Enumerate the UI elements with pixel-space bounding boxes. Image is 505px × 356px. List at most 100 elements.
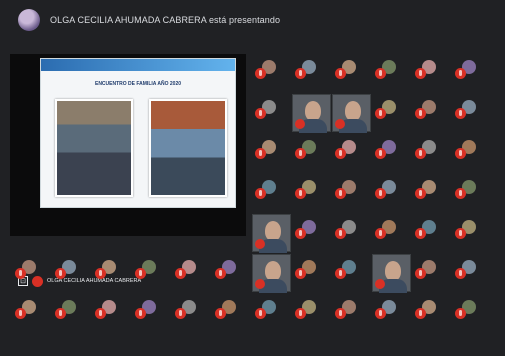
mic-off-icon bbox=[295, 119, 305, 129]
mic-off-icon bbox=[415, 228, 426, 239]
participant-tile[interactable] bbox=[412, 174, 453, 214]
mic-off-icon bbox=[135, 268, 146, 279]
participant-tile[interactable] bbox=[292, 294, 333, 334]
participant-tile[interactable] bbox=[292, 174, 333, 214]
participant-tile[interactable] bbox=[12, 254, 53, 294]
participant-tile[interactable] bbox=[332, 294, 373, 334]
presentation-banner: OLGA CECILIA AHUMADA CABRERA está presen… bbox=[0, 0, 505, 40]
mic-off-icon bbox=[415, 68, 426, 79]
presenter-avatar bbox=[18, 9, 40, 31]
mic-off-icon bbox=[415, 148, 426, 159]
participant-tile[interactable] bbox=[252, 54, 293, 94]
mic-off-icon bbox=[375, 108, 386, 119]
mic-off-icon bbox=[335, 228, 346, 239]
mic-off-icon bbox=[175, 308, 186, 319]
participant-tile[interactable] bbox=[452, 94, 493, 134]
mic-off-icon bbox=[415, 188, 426, 199]
mic-off-icon bbox=[15, 268, 26, 279]
mic-off-icon bbox=[455, 68, 466, 79]
participant-tile[interactable] bbox=[412, 134, 453, 174]
participant-tile[interactable] bbox=[452, 54, 493, 94]
participant-tile[interactable] bbox=[252, 294, 293, 334]
presentation-stage[interactable]: ENCUENTRO DE FAMILIA AÑO 2020 ⊡ OLGA CEC… bbox=[10, 54, 246, 287]
mic-off-icon bbox=[255, 148, 266, 159]
participant-tile[interactable] bbox=[292, 214, 333, 254]
participant-tile[interactable] bbox=[292, 134, 333, 174]
participant-tile[interactable] bbox=[412, 54, 453, 94]
mic-off-icon bbox=[335, 148, 346, 159]
participant-tile[interactable] bbox=[52, 254, 93, 294]
mic-off-icon bbox=[255, 108, 266, 119]
participant-video-tile[interactable] bbox=[252, 214, 291, 253]
mic-off-icon bbox=[95, 268, 106, 279]
participant-tile[interactable] bbox=[252, 94, 293, 134]
mic-off-icon bbox=[215, 268, 226, 279]
participant-tile[interactable] bbox=[292, 254, 333, 294]
participant-tile[interactable] bbox=[212, 294, 253, 334]
mic-off-icon bbox=[295, 228, 306, 239]
participant-tile[interactable] bbox=[332, 134, 373, 174]
slide-photo-left bbox=[55, 99, 133, 197]
mic-off-icon bbox=[335, 119, 345, 129]
mic-off-icon bbox=[255, 68, 266, 79]
participant-tile[interactable] bbox=[292, 54, 333, 94]
participant-tile[interactable] bbox=[332, 254, 373, 294]
mic-off-icon bbox=[375, 188, 386, 199]
participant-tile[interactable] bbox=[172, 254, 213, 294]
participant-tile[interactable] bbox=[452, 214, 493, 254]
participant-tile[interactable] bbox=[412, 254, 453, 294]
mic-off-icon bbox=[415, 308, 426, 319]
participant-tile[interactable] bbox=[332, 54, 373, 94]
participant-tile[interactable] bbox=[372, 134, 413, 174]
mic-off-icon bbox=[95, 308, 106, 319]
mic-off-icon bbox=[295, 68, 306, 79]
participant-tile[interactable] bbox=[372, 54, 413, 94]
participant-tile[interactable] bbox=[452, 294, 493, 334]
participant-tile[interactable] bbox=[332, 214, 373, 254]
participant-tile[interactable] bbox=[412, 294, 453, 334]
participant-tile[interactable] bbox=[92, 254, 133, 294]
participant-tile[interactable] bbox=[132, 294, 173, 334]
participant-tile[interactable] bbox=[452, 254, 493, 294]
participant-tile[interactable] bbox=[132, 254, 173, 294]
participant-tile[interactable] bbox=[452, 134, 493, 174]
mic-off-icon bbox=[55, 268, 66, 279]
participant-tile[interactable] bbox=[252, 174, 293, 214]
mic-off-icon bbox=[55, 308, 66, 319]
participant-face bbox=[385, 261, 401, 281]
mic-off-icon bbox=[375, 148, 386, 159]
mic-off-icon bbox=[375, 228, 386, 239]
participant-tile[interactable] bbox=[412, 94, 453, 134]
mic-off-icon bbox=[255, 308, 266, 319]
participant-video-tile[interactable] bbox=[292, 94, 331, 133]
mic-off-icon bbox=[335, 308, 346, 319]
mic-off-icon bbox=[375, 68, 386, 79]
mic-off-icon bbox=[335, 68, 346, 79]
shared-slide: ENCUENTRO DE FAMILIA AÑO 2020 bbox=[40, 58, 236, 208]
mic-off-icon bbox=[455, 308, 466, 319]
participant-tile[interactable] bbox=[252, 134, 293, 174]
participant-tile[interactable] bbox=[332, 174, 373, 214]
participant-face bbox=[345, 101, 361, 121]
participant-tile[interactable] bbox=[12, 294, 53, 334]
participant-video-tile[interactable] bbox=[332, 94, 371, 133]
participant-tile[interactable] bbox=[372, 174, 413, 214]
participant-video-tile[interactable] bbox=[372, 254, 411, 293]
slide-photo-right bbox=[149, 99, 227, 197]
participant-tile[interactable] bbox=[92, 294, 133, 334]
mic-off-icon bbox=[335, 268, 346, 279]
participant-video-tile[interactable] bbox=[252, 254, 291, 293]
participant-tile[interactable] bbox=[212, 254, 253, 294]
mic-off-icon bbox=[295, 188, 306, 199]
participant-tile[interactable] bbox=[372, 94, 413, 134]
mic-off-icon bbox=[15, 308, 26, 319]
participant-tile[interactable] bbox=[452, 174, 493, 214]
participant-tile[interactable] bbox=[172, 294, 213, 334]
mic-off-icon bbox=[295, 308, 306, 319]
mic-off-icon bbox=[455, 108, 466, 119]
participant-face bbox=[265, 261, 281, 281]
participant-tile[interactable] bbox=[412, 214, 453, 254]
participant-tile[interactable] bbox=[372, 294, 413, 334]
participant-tile[interactable] bbox=[52, 294, 93, 334]
participant-tile[interactable] bbox=[372, 214, 413, 254]
